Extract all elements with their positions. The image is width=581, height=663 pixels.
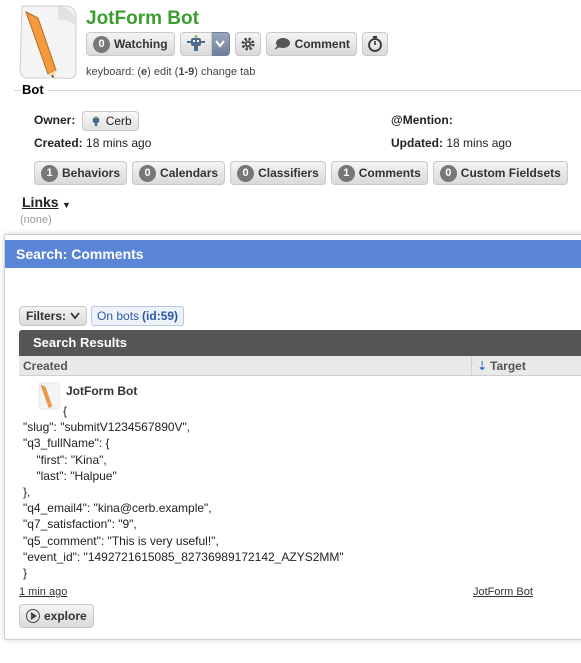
created-property: Created: 18 mins ago: [34, 136, 151, 150]
pencil-paper-avatar-icon: [19, 5, 77, 79]
explore-button[interactable]: explore: [19, 604, 94, 628]
keyboard-hint: keyboard: (e) edit (1-9) change tab: [86, 66, 256, 78]
count-badge: 0: [439, 164, 457, 182]
owner-property: Owner: Cerb: [34, 111, 139, 131]
settings-button[interactable]: [234, 32, 261, 56]
owner-name: Cerb: [105, 114, 132, 128]
mention-label: @Mention:: [391, 113, 453, 127]
play-circle-icon: [26, 609, 40, 623]
calendars-link-button[interactable]: 0 Calendars: [132, 161, 226, 185]
record-links-row: 1 Behaviors 0 Calendars 0 Classifiers 1 …: [34, 161, 568, 185]
record-toolbar: 0 Watching Comment: [86, 31, 388, 57]
updated-label: Updated:: [391, 136, 443, 150]
bot-properties: Bot Owner: Cerb @Mention: Created: 18 mi…: [14, 82, 581, 190]
page-title: JotForm Bot: [86, 8, 199, 29]
chevron-down-icon: [214, 40, 225, 48]
links-menu-toggle[interactable]: Links: [22, 194, 59, 210]
comment-target-link[interactable]: JotForm Bot: [473, 586, 533, 598]
filters-bar: Filters: On bots (id:59): [19, 306, 185, 326]
link-label: Classifiers: [258, 166, 319, 180]
link-label: Behaviors: [62, 166, 121, 180]
timer-button[interactable]: [361, 32, 388, 56]
link-label: Custom Fieldsets: [460, 166, 561, 180]
stopwatch-icon: [368, 36, 382, 52]
behaviors-link-button[interactable]: 1 Behaviors: [34, 161, 128, 185]
links-empty-text: (none): [20, 214, 52, 226]
classifiers-link-button[interactable]: 0 Classifiers: [230, 161, 326, 185]
active-filter-chip[interactable]: On bots (id:59): [91, 306, 185, 326]
column-divider: [471, 356, 472, 376]
robot-icon: [186, 35, 205, 51]
chevron-down-icon: [70, 312, 80, 320]
caret-down-icon[interactable]: ▼: [62, 200, 71, 210]
comment-author[interactable]: JotForm Bot: [66, 384, 137, 398]
count-badge: 0: [237, 164, 255, 182]
comment-button[interactable]: Comment: [265, 32, 357, 56]
comment-result-row: JotForm Bot { "slug": "submitV1234567890…: [19, 378, 579, 598]
search-results-header: Search Results: [19, 330, 581, 356]
filters-dropdown-button[interactable]: Filters:: [19, 306, 88, 326]
mention-property: @Mention:: [391, 113, 453, 127]
results-column-header: Created ⇣ Target: [19, 356, 581, 376]
owner-label: Owner:: [34, 113, 76, 128]
robot-icon: [92, 115, 99, 126]
comment-label: Comment: [294, 37, 350, 51]
comment-timestamp[interactable]: 1 min ago: [19, 586, 67, 598]
column-target[interactable]: ⇣ Target: [477, 359, 526, 373]
updated-property: Updated: 18 mins ago: [391, 136, 512, 150]
created-label: Created:: [34, 136, 83, 150]
search-panel-title: Search: Comments: [5, 240, 581, 268]
column-target-label: Target: [490, 359, 526, 373]
watching-button[interactable]: 0 Watching: [86, 32, 175, 56]
count-badge: 1: [41, 164, 58, 182]
created-value: 18 mins ago: [86, 136, 152, 150]
column-created[interactable]: Created: [23, 359, 68, 373]
search-comments-panel: Search: Comments Filters: On bots (id:59…: [4, 234, 581, 640]
bot-section-legend: Bot: [21, 82, 48, 97]
filter-chip-id: (id:59): [142, 309, 179, 323]
bot-actions-dropdown-button[interactable]: [211, 32, 230, 56]
link-label: Calendars: [160, 166, 219, 180]
owner-chip[interactable]: Cerb: [81, 111, 139, 131]
bot-action-button[interactable]: [179, 32, 212, 56]
sort-descending-icon: ⇣: [477, 359, 488, 373]
updated-value: 18 mins ago: [446, 136, 512, 150]
comments-link-button[interactable]: 1 Comments: [330, 161, 428, 185]
count-badge: 0: [139, 164, 157, 182]
speech-bubble-icon: [273, 38, 290, 50]
comment-body: { "slug": "submitV1234567890V", "q3_full…: [23, 404, 344, 581]
filters-label: Filters:: [26, 309, 67, 323]
explore-label: explore: [44, 609, 87, 623]
count-badge: 1: [337, 164, 355, 182]
record-header: JotForm Bot 0 Watching Comment keyboard:…: [18, 4, 578, 88]
bot-actions-split-button: [179, 32, 230, 56]
filter-chip-text: On bots: [97, 309, 140, 323]
link-label: Comments: [358, 166, 421, 180]
custom-fieldsets-link-button[interactable]: 0 Custom Fieldsets: [432, 161, 568, 185]
watcher-count-badge: 0: [93, 35, 110, 53]
watching-label: Watching: [114, 37, 168, 51]
gear-icon: [241, 37, 255, 51]
